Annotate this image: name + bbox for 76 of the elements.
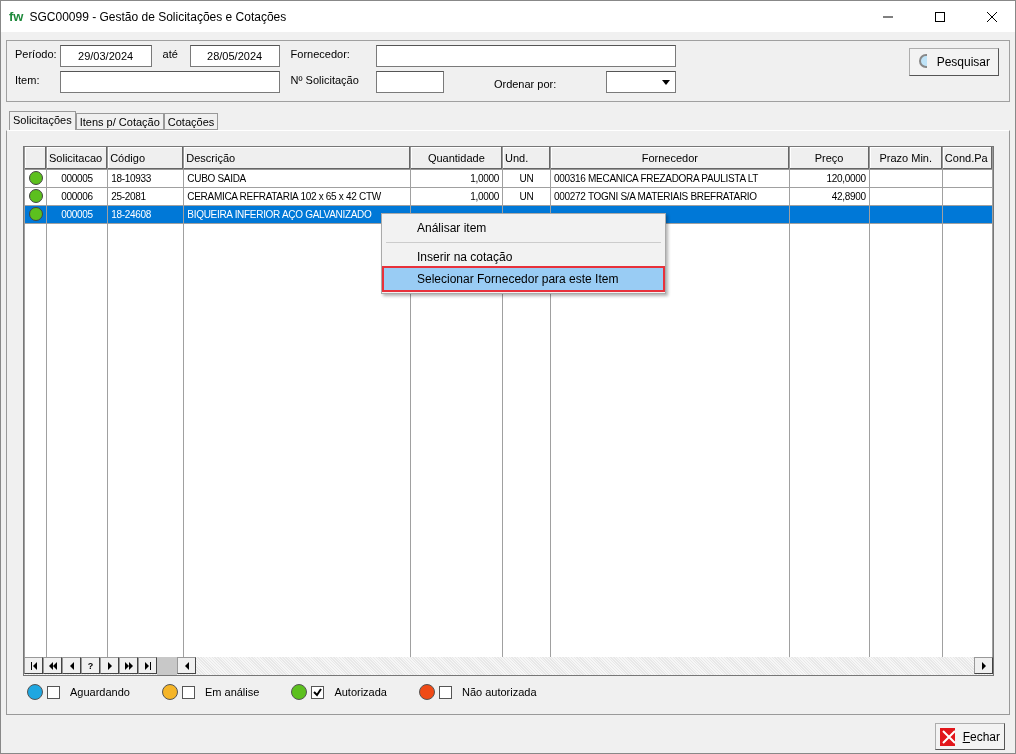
field-label: Item: xyxy=(15,73,41,86)
legend-label: Não autorizada xyxy=(461,686,537,698)
menu-item[interactable]: Inserir na cotação xyxy=(384,246,663,268)
scroll-left-button[interactable] xyxy=(177,657,196,674)
table-cell: 000005 xyxy=(61,208,93,220)
date-field[interactable]: 28/05/2024 xyxy=(189,45,280,67)
nav-button[interactable] xyxy=(100,657,119,674)
table-cell: 1,0000 xyxy=(470,190,499,202)
date-field[interactable]: 29/03/2024 xyxy=(59,45,152,67)
column-header[interactable]: Und. xyxy=(502,147,551,169)
column-header[interactable]: Cond.Pa xyxy=(942,147,993,169)
right-arrow-icon xyxy=(105,661,114,670)
close-icon xyxy=(987,11,997,22)
table-cell: 25-2081 xyxy=(111,190,146,202)
help-button[interactable]: ? xyxy=(81,657,100,674)
field-label: Período: xyxy=(15,47,57,60)
first-icon xyxy=(29,661,38,670)
menu-item[interactable]: Selecionar Fornecedor para este Item xyxy=(384,268,663,290)
item-field[interactable] xyxy=(59,71,280,93)
table-cell: 000272 TOGNI S/A MATERIAIS BREFRATARIO xyxy=(554,190,757,202)
close-icon xyxy=(940,727,955,746)
column-header[interactable]: Fornecedor xyxy=(550,147,790,169)
last-icon xyxy=(143,661,152,670)
fast-forward-icon xyxy=(124,661,133,670)
table-cell: CERAMICA REFRATARIA 102 x 65 x 42 CTW xyxy=(187,190,381,202)
field-label: Fornecedor: xyxy=(289,47,351,60)
menu-item[interactable]: Análisar item xyxy=(384,217,663,239)
scroll-right-button[interactable] xyxy=(974,657,993,674)
table-cell: 120,0000 xyxy=(826,172,866,184)
scrollbar-thumb[interactable] xyxy=(157,657,177,675)
column-header[interactable]: Quantidade xyxy=(410,147,503,169)
checkbox[interactable] xyxy=(181,685,195,699)
field-label: Ordenar por: xyxy=(493,77,557,90)
table-cell: 000316 MECANICA FREZADORA PAULISTA LT xyxy=(554,172,759,184)
checkbox[interactable] xyxy=(311,685,325,699)
table-cell: UN xyxy=(519,172,534,184)
supplier-field[interactable] xyxy=(375,45,676,67)
tab[interactable]: Solicitações xyxy=(9,111,76,130)
column-header[interactable]: Código xyxy=(107,147,184,169)
checkbox[interactable] xyxy=(47,685,60,699)
close-window-button[interactable]: Fechar xyxy=(935,723,1005,750)
nav-button[interactable] xyxy=(138,657,157,674)
maximize-icon xyxy=(935,11,945,22)
search-button[interactable]: Pesquisar xyxy=(909,48,999,76)
table-cell: 18-24608 xyxy=(111,208,152,220)
nav-button[interactable] xyxy=(119,657,138,674)
checkbox[interactable] xyxy=(438,685,452,699)
field-label: Nº Solicitação xyxy=(289,73,360,86)
table-cell: 000006 xyxy=(61,190,93,202)
column-header[interactable]: Solicitacao xyxy=(46,147,108,169)
nav-button[interactable] xyxy=(62,657,81,674)
table-cell: BIQUEIRA INFERIOR AÇO GALVANIZADO xyxy=(187,208,372,220)
app-logo: fw xyxy=(9,9,24,24)
search-icon xyxy=(918,53,927,71)
request-number-field[interactable] xyxy=(375,71,444,93)
window-title: SGC00099 - Gestão de Solicitações e Cotações xyxy=(29,9,288,24)
rewind-icon xyxy=(48,661,57,670)
table-cell: 18-10933 xyxy=(111,172,152,184)
column-header[interactable]: Preço xyxy=(789,147,870,169)
tab[interactable]: Itens p/ Cotação xyxy=(75,113,164,130)
nav-button[interactable] xyxy=(24,657,43,674)
table-cell: UN xyxy=(519,190,534,202)
table-cell: 1,0000 xyxy=(470,172,499,184)
sort-dropdown[interactable] xyxy=(606,71,676,93)
column-header[interactable]: Descrição xyxy=(183,147,411,169)
legend-label: Em análise xyxy=(204,686,260,698)
column-header[interactable]: Prazo Min. xyxy=(869,147,943,169)
table-cell: CUBO SAIDA xyxy=(187,172,246,184)
table-cell: 42,8900 xyxy=(831,190,866,202)
legend-label: Aguardando xyxy=(70,686,130,698)
table-cell: 000005 xyxy=(61,172,93,184)
right-arrow-icon xyxy=(979,661,988,670)
field-label: até xyxy=(161,47,179,60)
legend-label: Autorizada xyxy=(334,686,387,698)
nav-button[interactable] xyxy=(43,657,62,674)
tab[interactable]: Cotações xyxy=(163,113,219,130)
